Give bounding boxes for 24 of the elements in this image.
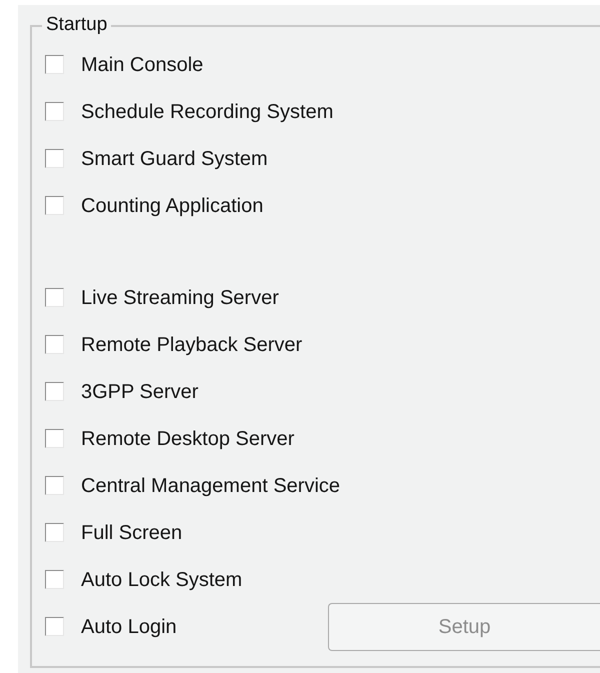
checkbox-label[interactable]: Remote Desktop Server [81, 424, 294, 454]
checkbox-label[interactable]: Remote Playback Server [81, 330, 302, 360]
checkbox-label[interactable]: Full Screen [81, 518, 182, 548]
checkbox[interactable] [45, 617, 64, 636]
checkbox[interactable] [45, 523, 64, 542]
checkbox-label[interactable]: Auto Login [81, 612, 177, 642]
checkbox-label[interactable]: 3GPP Server [81, 376, 198, 406]
checkbox-label[interactable]: Central Management Service [81, 470, 340, 500]
checkbox-label[interactable]: Counting Application [81, 190, 264, 220]
checkbox-label[interactable]: Auto Lock System [81, 564, 242, 594]
checkbox[interactable] [45, 288, 64, 307]
checkbox[interactable] [45, 429, 64, 448]
checkbox[interactable] [45, 55, 64, 74]
checkbox-label[interactable]: Main Console [81, 50, 204, 80]
checkbox[interactable] [45, 335, 64, 354]
checkbox[interactable] [45, 102, 64, 121]
checkbox[interactable] [45, 149, 64, 168]
checkbox[interactable] [45, 476, 64, 495]
checkbox[interactable] [45, 570, 64, 589]
checkbox-label[interactable]: Live Streaming Server [81, 282, 279, 312]
checkbox[interactable] [45, 382, 64, 401]
checkbox[interactable] [45, 196, 64, 215]
checkbox-label[interactable]: Schedule Recording System [81, 96, 334, 126]
checkbox-label[interactable]: Smart Guard System [81, 144, 268, 174]
